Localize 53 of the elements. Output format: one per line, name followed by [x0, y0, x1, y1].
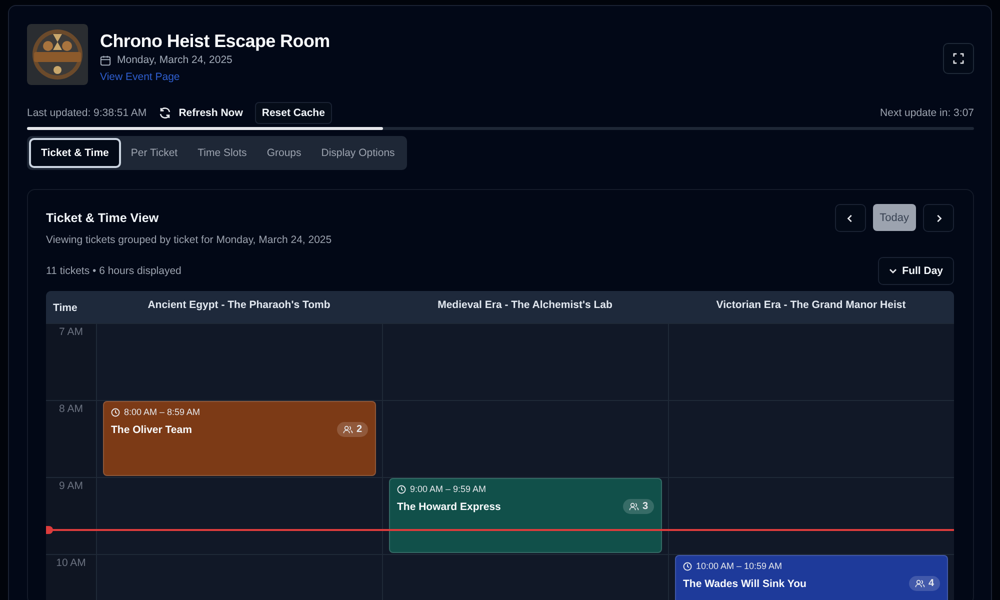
- hour-label: 9 AM: [46, 478, 96, 554]
- today-button[interactable]: Today: [872, 204, 916, 231]
- booking-name: The Wades Will Sink You: [683, 578, 806, 590]
- people-icon: [629, 502, 640, 511]
- booking-time: 9:00 AM – 9:59 AM: [410, 484, 486, 494]
- ticket-summary: 11 tickets • 6 hours displayed: [46, 265, 182, 277]
- column-header: Ancient Egypt - The Pharaoh's Tomb: [148, 298, 330, 310]
- booking-name: The Howard Express: [397, 500, 501, 512]
- event-title: Chrono Heist Escape Room: [100, 30, 331, 52]
- clock-icon: [397, 484, 406, 494]
- next-update-text: Next update in: 3:07: [880, 107, 974, 119]
- fullscreen-button[interactable]: [943, 43, 974, 74]
- tab[interactable]: Display Options: [311, 138, 405, 168]
- last-updated-text: Last updated: 9:38:51 AM: [27, 107, 147, 119]
- event-date: Monday, March 24, 2025: [117, 54, 232, 66]
- hour-label: 10 AM: [46, 555, 96, 600]
- guest-count-badge: 3: [623, 499, 654, 514]
- tab[interactable]: Per Ticket: [120, 138, 188, 168]
- booking-card[interactable]: 9:00 AM – 9:59 AM The Howard Express 3: [389, 478, 662, 553]
- refresh-icon: [158, 107, 171, 119]
- chevron-right-icon: [934, 214, 942, 222]
- booking-card[interactable]: 8:00 AM – 8:59 AM The Oliver Team 2: [103, 401, 376, 476]
- current-time-marker: [46, 526, 53, 534]
- booking-card[interactable]: 10:00 AM – 10:59 AM The Wades Will Sink You 4: [675, 555, 948, 600]
- column-header: Time: [52, 302, 78, 314]
- tab[interactable]: Groups: [256, 138, 312, 168]
- chevron-down-icon: [889, 268, 898, 274]
- hour-label: 8 AM: [46, 401, 96, 477]
- column-header: Medieval Era - The Alchemist's Lab: [438, 298, 612, 310]
- range-dropdown[interactable]: Full Day: [878, 257, 954, 285]
- guest-count-badge: 4: [909, 576, 940, 591]
- hour-label: 7 AM: [46, 324, 96, 400]
- reset-cache-button[interactable]: Reset Cache: [254, 102, 332, 124]
- column-header: Victorian Era - The Grand Manor Heist: [716, 298, 906, 310]
- view-subtitle: Viewing tickets grouped by ticket for Monday, March 24, 2025: [46, 234, 333, 246]
- next-button[interactable]: [923, 204, 954, 232]
- guest-count-badge: 2: [337, 422, 368, 437]
- logo-icon: [27, 24, 88, 85]
- people-icon: [915, 579, 926, 588]
- people-icon: [343, 425, 354, 434]
- tab[interactable]: Ticket & Time: [29, 138, 121, 168]
- fullscreen-icon: [953, 53, 964, 64]
- tab[interactable]: Time Slots: [188, 138, 257, 168]
- booking-time: 8:00 AM – 8:59 AM: [124, 407, 200, 417]
- booking-name: The Oliver Team: [111, 424, 192, 436]
- refresh-button[interactable]: Refresh Now: [158, 107, 243, 119]
- clock-icon: [111, 408, 120, 416]
- chevron-left-icon: [846, 214, 854, 222]
- booking-time: 10:00 AM – 10:59 AM: [696, 561, 782, 571]
- calendar-icon: [100, 54, 111, 66]
- clock-icon: [683, 562, 692, 570]
- view-title: Ticket & Time View: [46, 211, 159, 225]
- previous-button[interactable]: [834, 204, 866, 232]
